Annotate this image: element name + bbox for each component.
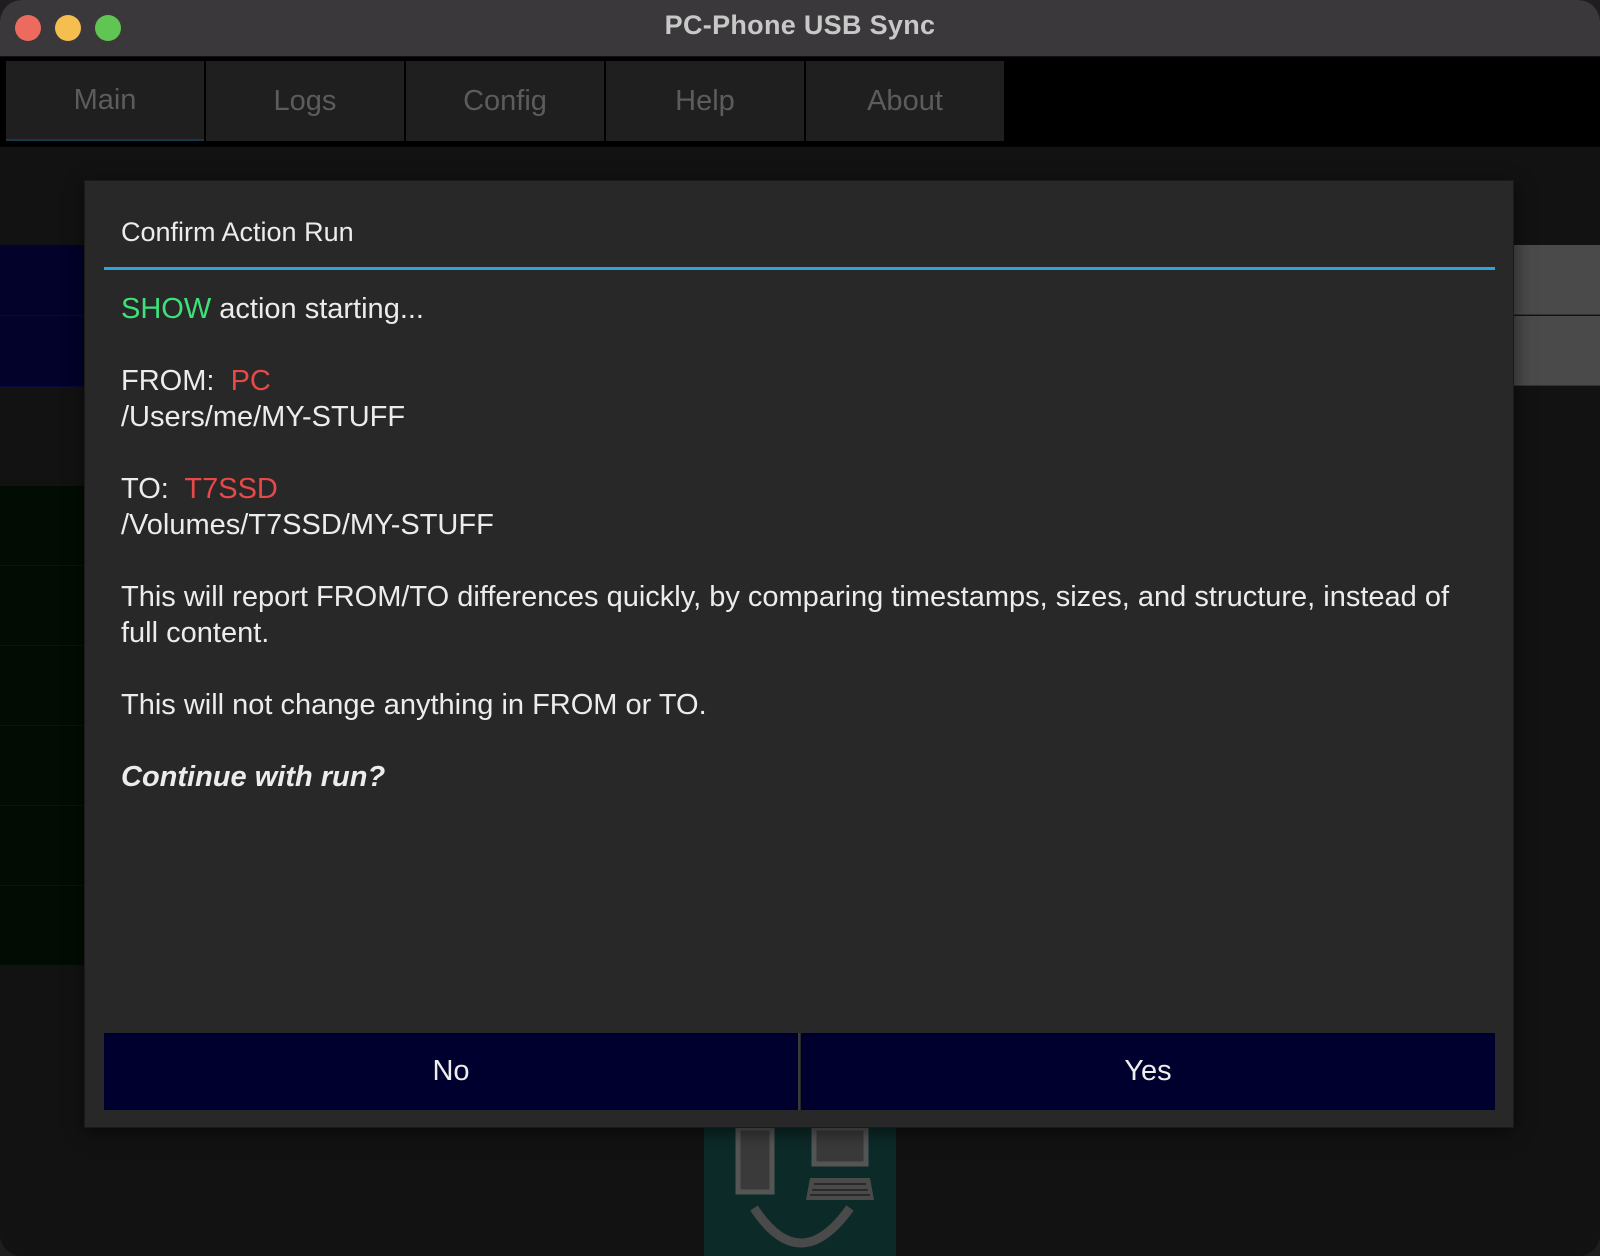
action-line: SHOW action starting... <box>121 291 1471 327</box>
background-list-row <box>0 486 84 566</box>
to-device: T7SSD <box>184 473 278 505</box>
continue-prompt: Continue with run? <box>121 761 386 793</box>
title-bar: PC-Phone USB Sync <box>0 0 1600 57</box>
confirm-dialog: Confirm Action Run SHOW action starting.… <box>85 181 1513 1127</box>
background-side-button <box>1514 316 1600 386</box>
action-name: SHOW <box>121 293 212 325</box>
dialog-title: Confirm Action Run <box>121 217 354 247</box>
tab-about[interactable]: About <box>806 61 1004 141</box>
background-list-row <box>0 566 84 646</box>
app-window: PC-Phone USB Sync Main Logs Config Help … <box>0 0 1600 1256</box>
to-block: TO: T7SSD/Volumes/T7SSD/MY-STUFF <box>121 471 1471 543</box>
background-side-button <box>1514 245 1600 315</box>
background-action-row <box>0 245 84 316</box>
dialog-title-divider <box>104 267 1495 270</box>
tab-config[interactable]: Config <box>406 61 604 141</box>
from-path: /Users/me/MY-STUFF <box>121 401 406 433</box>
tab-help[interactable]: Help <box>606 61 804 141</box>
background-list-row <box>0 646 84 726</box>
action-status: action starting... <box>211 293 424 325</box>
to-label: TO: <box>121 473 169 505</box>
from-device: PC <box>230 365 271 397</box>
to-path: /Volumes/T7SSD/MY-STUFF <box>121 509 494 541</box>
window-title: PC-Phone USB Sync <box>664 10 936 40</box>
background-list-row <box>0 886 84 966</box>
action-description: This will report FROM/TO differences qui… <box>121 581 1450 649</box>
yes-button[interactable]: Yes <box>801 1033 1495 1110</box>
tab-logs[interactable]: Logs <box>206 61 404 141</box>
background-action-row <box>0 316 84 387</box>
from-block: FROM: PC/Users/me/MY-STUFF <box>121 363 1471 435</box>
tab-bar: Main Logs Config Help About <box>0 57 1600 147</box>
background-app-logo <box>704 1125 896 1256</box>
background-list-row <box>0 806 84 886</box>
background-list-row <box>0 726 84 806</box>
no-button[interactable]: No <box>104 1033 798 1110</box>
button-divider <box>798 1033 800 1110</box>
action-note: This will not change anything in FROM or… <box>121 689 707 721</box>
tab-main[interactable]: Main <box>6 61 204 141</box>
from-label: FROM: <box>121 365 215 397</box>
dialog-body: SHOW action starting... FROM: PC/Users/m… <box>121 291 1471 831</box>
phone-pc-sync-icon <box>735 1125 874 1248</box>
